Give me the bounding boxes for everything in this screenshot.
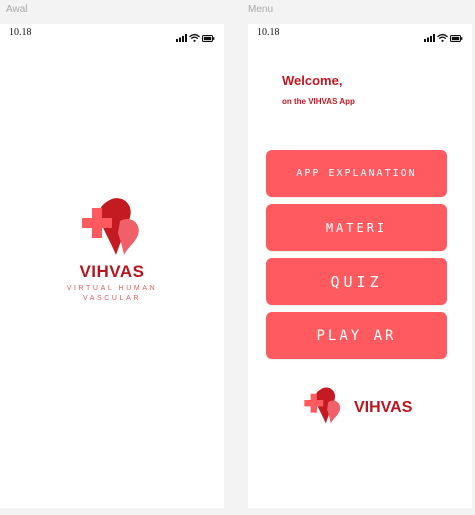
- frame-label-splash: Awal: [6, 4, 28, 15]
- signal-icon: [424, 29, 435, 47]
- play-ar-button[interactable]: PLAY AR: [266, 312, 447, 359]
- wifi-icon: [437, 29, 448, 47]
- wifi-icon: [189, 29, 200, 47]
- menu-screen: 10.18 Welcome, on the VIHVAS App APP EXP…: [248, 24, 472, 508]
- status-bar: 10.18: [0, 27, 224, 42]
- materi-button[interactable]: MATERI: [266, 204, 447, 251]
- tagline-line-1: VIRTUAL HUMAN: [66, 285, 158, 292]
- frame-label-menu: Menu: [248, 4, 274, 15]
- quiz-button[interactable]: QUIZ: [266, 258, 447, 305]
- vihvas-logo: [72, 195, 148, 263]
- tagline-line-2: VASCULAR: [82, 295, 141, 302]
- status-icons: [424, 29, 463, 47]
- welcome-subtitle: on the VIHVAS App: [282, 97, 355, 106]
- signal-icon: [176, 29, 187, 47]
- battery-icon: [450, 29, 463, 47]
- vihvas-logo: [298, 385, 346, 429]
- app-explanation-button[interactable]: APP EXPLANATION: [266, 150, 447, 197]
- brand-title: VIHVAS: [79, 262, 145, 281]
- status-icons: [176, 29, 215, 47]
- status-time: 10.18: [9, 27, 32, 38]
- footer-brand: VIHVAS: [354, 399, 413, 416]
- status-time: 10.18: [257, 27, 280, 38]
- status-bar: 10.18: [248, 27, 472, 42]
- splash-screen: 10.18 VIHVAS VIRTUAL HUMAN VASCULAR: [0, 24, 224, 508]
- battery-icon: [202, 29, 215, 47]
- welcome-heading: Welcome,: [282, 73, 343, 88]
